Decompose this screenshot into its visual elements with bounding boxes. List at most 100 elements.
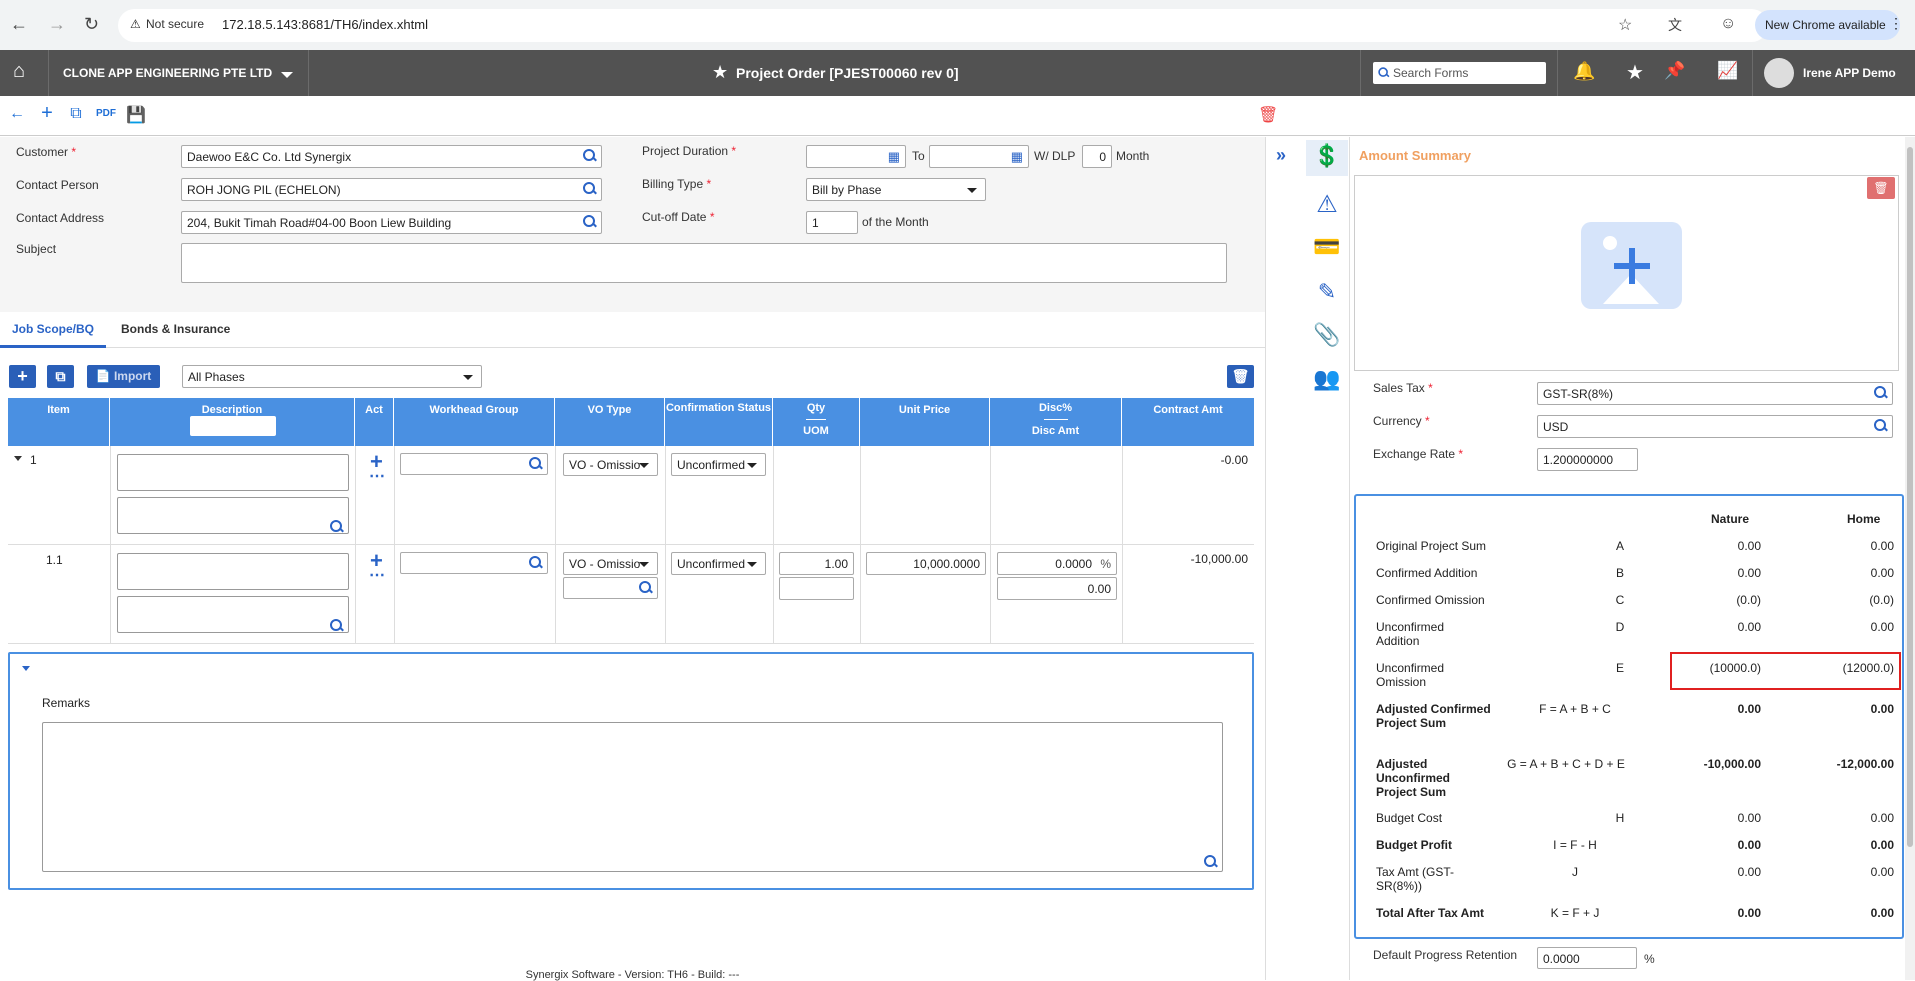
- tab-job-scope[interactable]: Job Scope/BQ: [0, 312, 106, 348]
- vo-type-select[interactable]: VO - Omissio: [563, 552, 658, 575]
- scrollbar-thumb[interactable]: [1907, 147, 1913, 847]
- bell-icon[interactable]: 🔔: [1573, 61, 1595, 82]
- invoice-dollar-icon[interactable]: 💲: [1312, 143, 1342, 171]
- expand-panel-icon[interactable]: »: [1276, 145, 1286, 166]
- long-description-input[interactable]: [117, 497, 349, 534]
- search-icon[interactable]: [583, 182, 596, 195]
- avatar[interactable]: [1764, 58, 1794, 88]
- collapse-icon[interactable]: [22, 666, 30, 671]
- search-icon[interactable]: [330, 520, 343, 533]
- col-contract-amt[interactable]: Contract Amt: [1122, 398, 1254, 446]
- user-name[interactable]: Irene APP Demo: [1803, 66, 1896, 80]
- delete-icon[interactable]: 🗑: [1258, 105, 1278, 125]
- add-image-icon[interactable]: [1581, 222, 1682, 309]
- col-item[interactable]: Item: [8, 398, 110, 446]
- uom-sub-input[interactable]: [563, 577, 658, 599]
- credit-card-icon[interactable]: 💳: [1312, 234, 1342, 262]
- delete-image-button[interactable]: 🗑: [1867, 177, 1895, 199]
- col-confirmation[interactable]: Confirmation Status: [665, 398, 773, 446]
- col-disc[interactable]: Disc% Disc Amt: [990, 398, 1122, 446]
- company-name[interactable]: CLONE APP ENGINEERING PTE LTD: [63, 66, 272, 80]
- tab-bonds-insurance[interactable]: Bonds & Insurance: [121, 312, 230, 348]
- collapse-icon[interactable]: [14, 456, 22, 461]
- chrome-update-button[interactable]: New Chrome available ⋮: [1755, 10, 1903, 40]
- search-icon[interactable]: [583, 149, 596, 162]
- more-icon[interactable]: ⋯: [369, 565, 386, 585]
- billing-type-select[interactable]: Bill by Phase: [806, 178, 986, 201]
- alert-icon[interactable]: ⚠: [1312, 190, 1342, 218]
- more-icon[interactable]: ⋯: [369, 466, 386, 486]
- contact-person-field[interactable]: ROH JONG PIL (ECHELON): [181, 178, 602, 201]
- search-icon[interactable]: [1204, 855, 1217, 868]
- status-select[interactable]: Unconfirmed: [671, 552, 766, 575]
- import-button[interactable]: 📄 Import: [87, 365, 160, 388]
- sales-tax-field[interactable]: GST-SR(8%): [1537, 382, 1893, 405]
- description-filter-input[interactable]: [190, 416, 276, 436]
- favorite-star-icon[interactable]: ★: [712, 62, 728, 83]
- translate-icon[interactable]: 文: [1668, 15, 1682, 35]
- back-arrow-icon[interactable]: ←: [7, 105, 27, 125]
- duration-end-field[interactable]: ▦: [929, 145, 1029, 168]
- status-select[interactable]: Unconfirmed: [671, 453, 766, 476]
- disc-amt-input[interactable]: 0.00: [997, 577, 1117, 600]
- company-dropdown-icon[interactable]: [281, 72, 293, 78]
- col-act[interactable]: Act: [355, 398, 394, 446]
- col-workhead[interactable]: Workhead Group: [394, 398, 555, 446]
- search-icon[interactable]: [529, 457, 542, 470]
- pin-icon[interactable]: 📌: [1664, 61, 1685, 81]
- workhead-input[interactable]: [400, 552, 548, 574]
- address-bar[interactable]: ⚠ Not secure 172.18.5.143:8681/TH6/index…: [118, 9, 1768, 42]
- search-icon[interactable]: [529, 556, 542, 569]
- calendar-icon[interactable]: ▦: [888, 149, 900, 165]
- forward-icon[interactable]: →: [48, 14, 66, 35]
- copy-icon[interactable]: ⧉: [66, 105, 86, 125]
- image-upload-area[interactable]: 🗑: [1354, 175, 1899, 371]
- favorites-icon[interactable]: ★: [1626, 60, 1644, 85]
- search-icon[interactable]: [1874, 386, 1887, 399]
- duration-start-field[interactable]: ▦: [806, 145, 906, 168]
- copy-row-button[interactable]: ⧉: [47, 365, 74, 388]
- search-icon[interactable]: [583, 215, 596, 228]
- save-icon[interactable]: 💾: [126, 105, 146, 125]
- exchange-rate-field[interactable]: 1.200000000: [1537, 448, 1638, 471]
- col-description[interactable]: Description: [110, 398, 355, 446]
- delete-rows-button[interactable]: 🗑: [1227, 365, 1254, 388]
- paperclip-icon[interactable]: 📎: [1312, 322, 1342, 350]
- scrollbar[interactable]: [1905, 137, 1915, 980]
- profile-icon[interactable]: ☺: [1720, 15, 1736, 33]
- search-forms-input[interactable]: Search Forms: [1373, 62, 1546, 84]
- add-icon[interactable]: +: [37, 102, 57, 124]
- uom-input[interactable]: [779, 577, 854, 600]
- pdf-icon[interactable]: PDF: [96, 108, 116, 128]
- col-qty[interactable]: Qty UOM: [773, 398, 860, 446]
- subject-field[interactable]: [181, 243, 1227, 283]
- home-icon[interactable]: ⌂: [13, 60, 25, 83]
- cutoff-field[interactable]: 1: [806, 211, 858, 234]
- workhead-input[interactable]: [400, 453, 548, 475]
- back-icon[interactable]: ←: [10, 14, 28, 35]
- reload-icon[interactable]: ↻: [84, 14, 99, 35]
- remarks-textarea[interactable]: [42, 722, 1223, 872]
- vo-type-select[interactable]: VO - Omissio: [563, 453, 658, 476]
- calendar-icon[interactable]: ▦: [1011, 149, 1023, 165]
- search-icon[interactable]: [330, 619, 343, 632]
- customer-field[interactable]: Daewoo E&C Co. Ltd Synergix: [181, 145, 602, 168]
- description-input[interactable]: [117, 553, 349, 590]
- add-row-button[interactable]: +: [9, 365, 36, 388]
- currency-field[interactable]: USD: [1537, 415, 1893, 438]
- wdlp-field[interactable]: 0: [1082, 145, 1112, 168]
- phase-filter-select[interactable]: All Phases: [182, 365, 482, 388]
- col-vo-type[interactable]: VO Type: [555, 398, 665, 446]
- description-input[interactable]: [117, 454, 349, 491]
- qty-input[interactable]: 1.00: [779, 552, 854, 575]
- users-icon[interactable]: 👥: [1312, 366, 1342, 394]
- col-unit-price[interactable]: Unit Price: [860, 398, 990, 446]
- edit-icon[interactable]: ✎: [1312, 279, 1342, 307]
- long-description-input[interactable]: [117, 596, 349, 633]
- search-icon[interactable]: [1874, 419, 1887, 432]
- retention-field[interactable]: 0.0000: [1537, 947, 1637, 969]
- search-icon[interactable]: [639, 581, 652, 594]
- chart-icon[interactable]: 📈: [1717, 61, 1738, 81]
- disc-input[interactable]: 0.0000%: [997, 552, 1117, 575]
- star-icon[interactable]: ☆: [1618, 15, 1632, 35]
